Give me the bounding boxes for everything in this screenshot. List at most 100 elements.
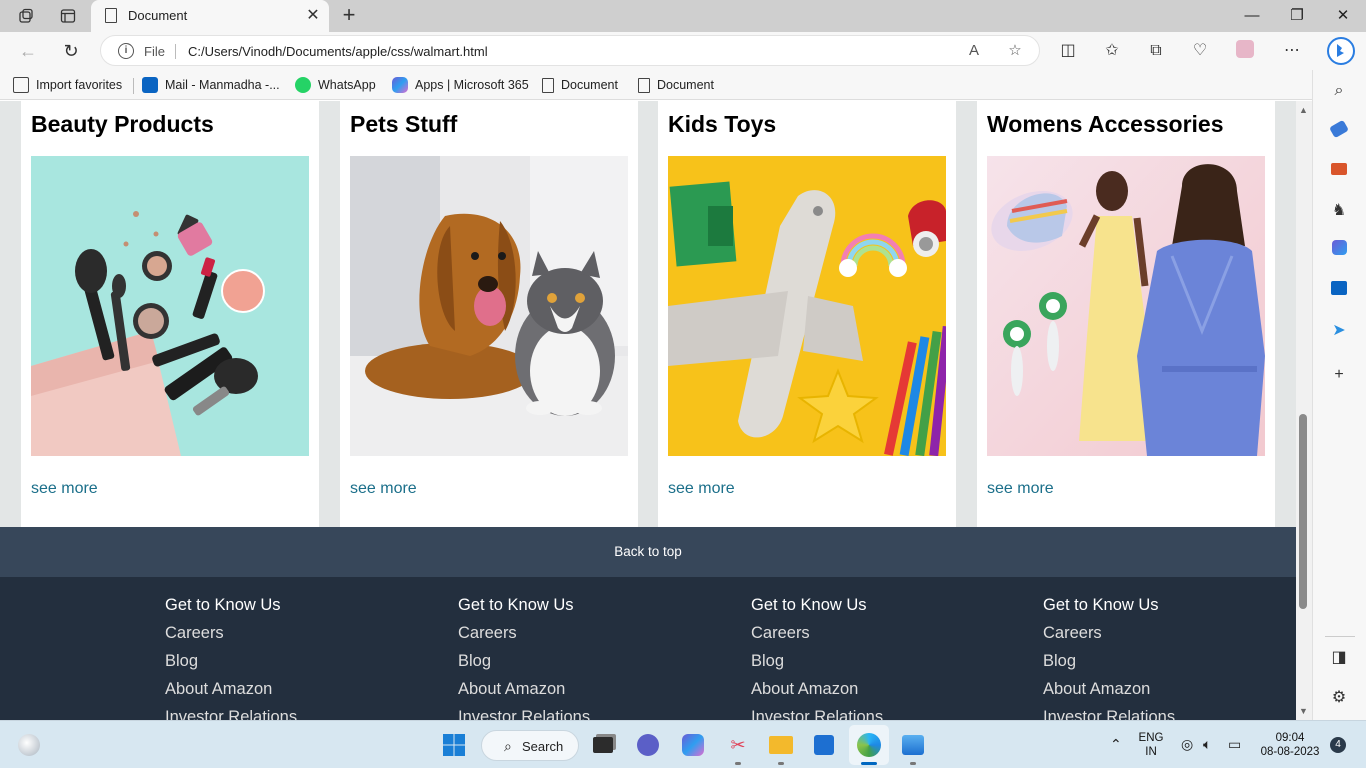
- scroll-up-icon[interactable]: ▲: [1299, 105, 1308, 115]
- file-explorer-icon[interactable]: [768, 732, 794, 758]
- footer-link[interactable]: Blog: [1043, 653, 1293, 681]
- new-tab-button[interactable]: +: [338, 4, 360, 26]
- taskbar-search[interactable]: ⌕ Search: [481, 730, 579, 761]
- beauty-products-image: [31, 156, 309, 456]
- show-hidden-icons-chevron-icon[interactable]: ⌃: [1110, 736, 1122, 753]
- footer-link[interactable]: About Amazon: [1043, 681, 1293, 709]
- teams-chat-icon[interactable]: [635, 732, 661, 758]
- minimize-button[interactable]: —: [1232, 4, 1272, 28]
- drop-icon[interactable]: ➤: [1328, 320, 1350, 342]
- tab-actions-icon[interactable]: [58, 6, 78, 26]
- footer-link[interactable]: Blog: [458, 653, 708, 681]
- notification-badge[interactable]: 4: [1330, 737, 1346, 753]
- favorite-star-icon[interactable]: ☆: [1006, 42, 1024, 60]
- footer-link[interactable]: Blog: [751, 653, 1001, 681]
- read-aloud-icon[interactable]: A: [965, 42, 983, 60]
- microsoft-store-icon[interactable]: [811, 732, 837, 758]
- favorite-mail[interactable]: Mail - Manmadha -...: [142, 76, 280, 94]
- running-indicator: [778, 762, 784, 765]
- browser-essentials-icon[interactable]: ♡: [1189, 40, 1211, 62]
- card-title: Beauty Products: [31, 111, 214, 137]
- scroll-down-icon[interactable]: ▼: [1299, 706, 1308, 716]
- back-to-top-button[interactable]: Back to top: [0, 527, 1296, 577]
- outlook-icon[interactable]: [1328, 280, 1350, 302]
- edge-browser-icon[interactable]: [856, 732, 882, 758]
- copilot-icon[interactable]: [680, 732, 706, 758]
- info-icon[interactable]: i: [118, 43, 134, 59]
- footer-link[interactable]: About Amazon: [458, 681, 708, 709]
- footer-link[interactable]: About Amazon: [751, 681, 1001, 709]
- favorite-whatsapp[interactable]: WhatsApp: [295, 76, 376, 94]
- workspaces-icon[interactable]: [16, 6, 36, 26]
- footer-column: Get to Know Us Careers Blog About Amazon…: [751, 597, 1001, 720]
- footer-link[interactable]: Careers: [165, 625, 415, 653]
- refresh-icon[interactable]: ↻: [60, 40, 82, 62]
- close-window-button[interactable]: ✕: [1323, 4, 1363, 28]
- tab-document[interactable]: Document ✕: [91, 0, 329, 32]
- active-indicator: [861, 762, 877, 765]
- pets-stuff-image: [350, 156, 628, 456]
- settings-gear-icon[interactable]: ⚙: [1328, 687, 1350, 709]
- m365-icon: [392, 77, 408, 93]
- add-sidebar-app-icon[interactable]: +: [1328, 364, 1350, 386]
- scrollbar-thumb[interactable]: [1299, 414, 1307, 609]
- footer-column: Get to Know Us Careers Blog About Amazon…: [1043, 597, 1293, 720]
- running-indicator: [910, 762, 916, 765]
- footer-link[interactable]: Investor Relations: [165, 709, 415, 720]
- start-windows-icon[interactable]: [441, 732, 467, 758]
- address-bar[interactable]: i File C:/Users/Vinodh/Documents/apple/c…: [100, 35, 1040, 66]
- search-icon[interactable]: ⌕: [1328, 80, 1350, 102]
- battery-icon[interactable]: ▭: [1228, 736, 1241, 753]
- footer-link[interactable]: Careers: [1043, 625, 1293, 653]
- clock[interactable]: 09:04 08-08-2023: [1256, 731, 1324, 759]
- snipping-tool-icon[interactable]: ✂: [725, 732, 751, 758]
- url-text[interactable]: C:/Users/Vinodh/Documents/apple/css/walm…: [188, 44, 488, 59]
- more-options-icon[interactable]: ⋯: [1281, 40, 1303, 62]
- footer-link[interactable]: About Amazon: [165, 681, 415, 709]
- see-more-link[interactable]: see more: [668, 480, 735, 498]
- footer-link[interactable]: Investor Relations: [1043, 709, 1293, 720]
- favorite-import[interactable]: Import favorites: [13, 76, 122, 94]
- games-icon[interactable]: ♞: [1328, 200, 1350, 222]
- microsoft-365-icon[interactable]: [1328, 240, 1350, 262]
- page-scrollbar[interactable]: ▲ ▼: [1296, 101, 1312, 720]
- restore-button[interactable]: ❐: [1277, 4, 1317, 28]
- weather-icon[interactable]: [16, 732, 42, 758]
- language-indicator[interactable]: ENG IN: [1137, 731, 1165, 759]
- kids-toys-image: [668, 156, 946, 456]
- profile-icon[interactable]: [1234, 40, 1256, 62]
- favorite-document-1[interactable]: Document: [542, 76, 618, 94]
- shopping-icon[interactable]: [1328, 119, 1350, 142]
- see-more-link[interactable]: see more: [350, 480, 417, 498]
- see-more-link[interactable]: see more: [31, 480, 98, 498]
- category-card-womens: Womens Accessories see more: [977, 101, 1275, 527]
- tools-icon[interactable]: [1328, 160, 1350, 182]
- favorites-icon[interactable]: ✩: [1101, 40, 1123, 62]
- split-screen-icon[interactable]: ◫: [1057, 40, 1079, 62]
- collections-icon[interactable]: ⧉: [1145, 40, 1167, 62]
- favorite-label: WhatsApp: [318, 78, 376, 92]
- back-icon[interactable]: ←: [17, 40, 39, 62]
- card-title: Pets Stuff: [350, 111, 458, 137]
- taskbar-search-label: Search: [522, 739, 564, 754]
- address-separator: [175, 44, 176, 59]
- favorite-document-2[interactable]: Document: [638, 76, 714, 94]
- bing-copilot-icon[interactable]: [1326, 36, 1356, 66]
- volume-icon[interactable]: 🔈︎: [1203, 736, 1211, 753]
- footer-link[interactable]: Investor Relations: [458, 709, 708, 720]
- favorite-m365[interactable]: Apps | Microsoft 365: [392, 76, 529, 94]
- footer-link[interactable]: Careers: [751, 625, 1001, 653]
- hide-sidebar-icon[interactable]: ◨: [1328, 647, 1350, 669]
- footer-link[interactable]: Investor Relations: [751, 709, 1001, 720]
- photos-icon[interactable]: [900, 732, 926, 758]
- close-tab-icon[interactable]: ✕: [303, 6, 323, 26]
- outlook-icon: [142, 77, 158, 93]
- see-more-link[interactable]: see more: [987, 480, 1054, 498]
- network-globe-icon[interactable]: ◎: [1181, 736, 1193, 753]
- document-icon: [542, 77, 554, 93]
- document-icon: [105, 8, 117, 23]
- footer-link[interactable]: Careers: [458, 625, 708, 653]
- footer-link[interactable]: Blog: [165, 653, 415, 681]
- task-view-icon[interactable]: [590, 732, 616, 758]
- footer-heading: Get to Know Us: [458, 596, 574, 614]
